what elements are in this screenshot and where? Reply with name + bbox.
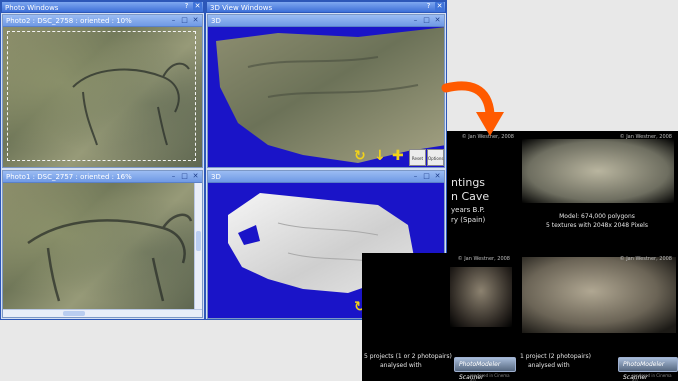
close-icon[interactable]: ✕ [193, 2, 202, 11]
projects-left-line1: 5 projects (1 or 2 photopairs) [364, 353, 452, 360]
minimize-icon[interactable]: – [169, 16, 178, 25]
rendered-note: rendered in Cinema 4D [470, 373, 510, 381]
pan-icon[interactable]: ✚ [392, 148, 404, 164]
photo-windows: Photo Windows ? ✕ Photo2 : DSC_2758 : or… [0, 0, 205, 320]
view3d-panel-top: 3D – □ ✕ ↻ ↓ ✚ Reset Options [207, 14, 445, 168]
photo-panel-top-title: Photo2 : DSC_2758 : oriented : 10% [6, 17, 132, 25]
photo-panel-bottom-titlebar[interactable]: Photo1 : DSC_2757 : oriented : 16% – □ ✕ [3, 171, 202, 183]
slide-subtitle-line1: years B.P. [451, 206, 485, 214]
reset-button[interactable]: Reset [409, 149, 426, 166]
projects-right-line2: analysed with [528, 362, 570, 369]
photomodeler-logo: PhotoModeler Scanner [618, 357, 678, 381]
view3d-panel-bottom-titlebar[interactable]: 3D – □ ✕ [208, 171, 444, 183]
photo-panel-top-titlebar[interactable]: Photo2 : DSC_2758 : oriented : 10% – □ ✕ [3, 15, 202, 27]
options-button[interactable]: Options [427, 149, 444, 166]
model-caption-line1: Model: 674,000 polygons [559, 213, 635, 220]
view3d-panel-bottom-title: 3D [211, 173, 221, 181]
render-thumbnail [522, 257, 676, 333]
slide-title-line2: n Cave [451, 190, 490, 203]
photo-panel-bottom-title: Photo1 : DSC_2757 : oriented : 16% [6, 173, 132, 181]
cave-painting-outline [27, 213, 193, 302]
projects-left-line2: analysed with [380, 362, 422, 369]
scroll-thumb[interactable] [63, 311, 85, 316]
close-icon[interactable]: ✕ [191, 16, 200, 25]
viewport-3d-textured[interactable]: ↻ ↓ ✚ Reset Options [208, 27, 444, 167]
view3d-panel-top-title: 3D [211, 17, 221, 25]
close-icon[interactable]: ✕ [433, 16, 442, 25]
project-slide-left: © Jan Westner, 2008 5 projects (1 or 2 p… [362, 253, 516, 381]
photo-panel-top: Photo2 : DSC_2758 : oriented : 10% – □ ✕ [2, 14, 203, 168]
maximize-icon[interactable]: □ [180, 172, 189, 181]
maximize-icon[interactable]: □ [422, 172, 431, 181]
view3d-windows-title: 3D View Windows [210, 4, 273, 12]
photo-windows-title: Photo Windows [5, 4, 59, 12]
close-icon[interactable]: ✕ [435, 2, 444, 11]
photo-panel-bottom: Photo1 : DSC_2757 : oriented : 16% – □ ✕ [2, 170, 203, 318]
copyright-text: © Jan Westner, 2008 [457, 256, 510, 262]
close-icon[interactable]: ✕ [433, 172, 442, 181]
minimize-icon[interactable]: – [411, 16, 420, 25]
rendered-note: rendered in Cinema 4D [632, 373, 672, 381]
curved-arrow-icon [441, 81, 504, 136]
photomodeler-logo: PhotoModeler Scanner [454, 357, 516, 381]
maximize-icon[interactable]: □ [422, 16, 431, 25]
title-slide: © Jan Westner, 2008 ntings n Cave years … [447, 131, 516, 253]
cave-photo-top[interactable] [3, 27, 202, 167]
horizontal-scrollbar[interactable] [3, 309, 202, 317]
projects-right-line1: 1 project (2 photopairs) [520, 353, 591, 360]
minimize-icon[interactable]: – [169, 172, 178, 181]
minimize-icon[interactable]: – [411, 172, 420, 181]
slide-title-line1: ntings [451, 176, 486, 189]
move-down-icon[interactable]: ↓ [374, 148, 386, 164]
photo-windows-titlebar[interactable]: Photo Windows ? ✕ [1, 1, 204, 13]
model-render [522, 139, 674, 203]
close-icon[interactable]: ✕ [191, 172, 200, 181]
scroll-thumb[interactable] [196, 231, 201, 251]
copyright-text: © Jan Westner, 2008 [619, 134, 672, 140]
model-slide: © Jan Westner, 2008 Model: 674,000 polyg… [516, 131, 678, 253]
model-caption-line2: 5 textures with 2048x 2048 Pixels [546, 222, 648, 229]
cave-photo-bottom[interactable] [3, 183, 194, 309]
vertical-scrollbar[interactable] [194, 183, 202, 309]
maximize-icon[interactable]: □ [180, 16, 189, 25]
view3d-panel-top-titlebar[interactable]: 3D – □ ✕ [208, 15, 444, 27]
view3d-windows-titlebar[interactable]: 3D View Windows ? ✕ [206, 1, 446, 13]
help-icon[interactable]: ? [424, 2, 433, 11]
project-slide-right: © Jan Westner, 2008 1 project (2 photopa… [516, 253, 678, 381]
cave-painting-outline [72, 62, 190, 146]
rotate-icon[interactable]: ↻ [354, 148, 366, 164]
copyright-text: © Jan Westner, 2008 [619, 256, 672, 262]
textured-mesh [216, 27, 444, 163]
render-thumbnail [450, 267, 512, 327]
slide-subtitle-line2: ry (Spain) [451, 216, 486, 224]
help-icon[interactable]: ? [182, 2, 191, 11]
